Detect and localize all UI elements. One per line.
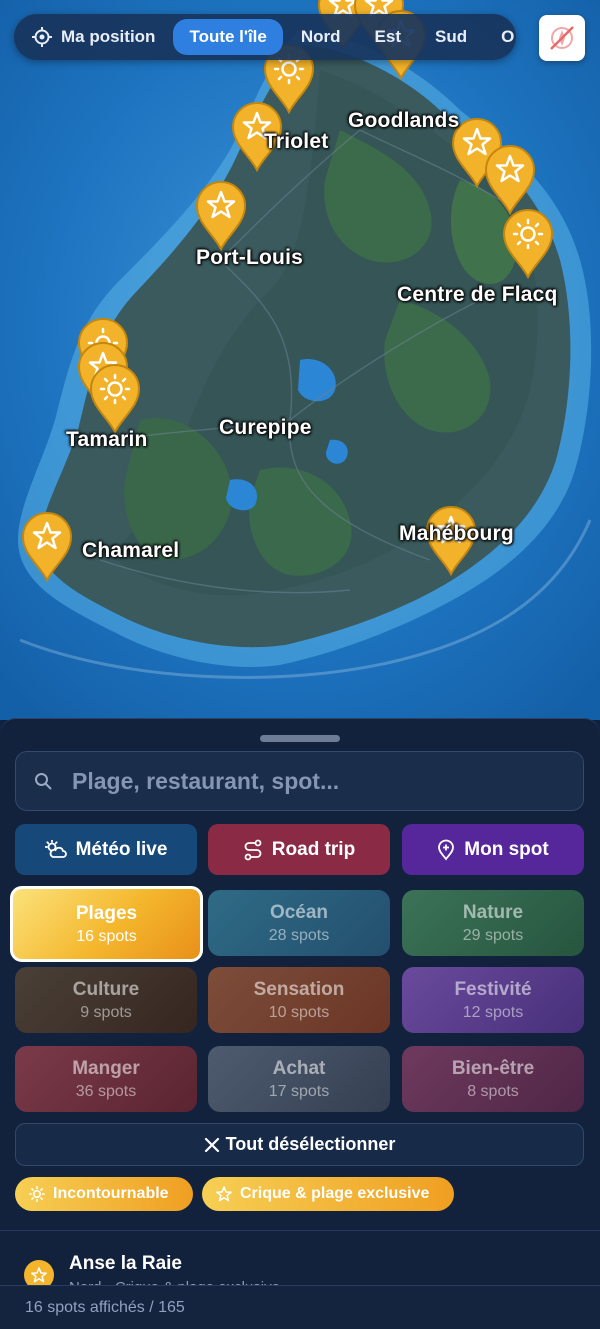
spots-count-footer: 16 spots affichés / 165 [0, 1285, 600, 1329]
search-input[interactable] [72, 767, 552, 795]
drag-handle[interactable] [260, 735, 340, 742]
category-count: 36 spots [75, 1082, 137, 1100]
meteo-live-label: Météo live [75, 838, 168, 860]
category-bien-etre[interactable]: Bien-être 8 spots [402, 1046, 584, 1112]
deselect-all-label: Tout désélectionner [225, 1134, 396, 1154]
category-name: Manger [72, 1057, 140, 1079]
category-name: Bien-être [451, 1057, 535, 1079]
map-pin[interactable] [20, 510, 74, 582]
map-pin-plus-icon [438, 839, 455, 860]
chip-label: Incontournable [53, 1185, 169, 1202]
category-count: 16 spots [76, 927, 137, 945]
category-name: Culture [72, 978, 140, 1000]
city-label: Port-Louis [196, 246, 303, 269]
city-label: Centre de Flacq [397, 283, 558, 306]
category-count: 8 spots [467, 1082, 519, 1100]
chip-crique-plage-exclusive[interactable]: Crique & plage exclusive [202, 1177, 454, 1211]
spots-count-label: 16 spots affichés / 165 [25, 1299, 185, 1316]
category-manger[interactable]: Manger 36 spots [15, 1046, 197, 1112]
category-count: 28 spots [268, 926, 330, 944]
city-label: Curepipe [219, 416, 312, 439]
bottom-sheet: Météo live Road trip Mon spot Plages 16 … [0, 718, 600, 1329]
locate-icon [32, 27, 52, 47]
close-icon [204, 1137, 219, 1152]
category-count: 9 spots [80, 1003, 132, 1021]
star-icon [216, 1186, 232, 1202]
category-ocean[interactable]: Océan 28 spots [208, 890, 390, 956]
chip-incontournable[interactable]: Incontournable [15, 1177, 193, 1211]
category-achat[interactable]: Achat 17 spots [208, 1046, 390, 1112]
category-plages[interactable]: Plages 16 spots [10, 886, 203, 962]
category-name: Achat [272, 1057, 326, 1079]
chip-label: Crique & plage exclusive [240, 1185, 430, 1202]
category-name: Nature [462, 901, 524, 923]
tab-sud[interactable]: Sud [419, 19, 483, 55]
search-box[interactable] [15, 751, 584, 811]
map-pin[interactable] [483, 143, 537, 215]
category-name: Sensation [253, 978, 345, 1000]
road-trip-button[interactable]: Road trip [208, 824, 390, 875]
compass-button[interactable] [539, 15, 585, 61]
city-label: Triolet [264, 130, 329, 153]
map-pin[interactable] [194, 179, 248, 251]
city-label: Mahébourg [399, 522, 514, 545]
weather-icon [44, 839, 67, 858]
tab-nord[interactable]: Nord [285, 19, 357, 55]
category-name: Plages [75, 902, 138, 924]
road-trip-label: Road trip [271, 838, 356, 860]
category-name: Festivité [454, 978, 532, 1000]
category-nature[interactable]: Nature 29 spots [402, 890, 584, 956]
city-label: Goodlands [348, 109, 460, 132]
category-culture[interactable]: Culture 9 spots [15, 967, 197, 1033]
spot-title: Anse la Raie [69, 1253, 182, 1274]
sun-icon [29, 1186, 45, 1202]
search-icon [35, 773, 52, 790]
category-count: 10 spots [268, 1003, 330, 1021]
city-label: Tamarin [66, 428, 148, 451]
tab-est[interactable]: Est [359, 19, 417, 55]
tab-toute-ile[interactable]: Toute l'île [173, 19, 283, 55]
my-position-label: Ma position [61, 27, 156, 46]
my-position-button[interactable]: Ma position [32, 27, 155, 47]
category-name: Océan [269, 901, 329, 923]
city-label: Chamarel [82, 539, 180, 562]
tab-ouest[interactable]: O [485, 19, 516, 55]
category-count: 12 spots [462, 1003, 524, 1021]
map-pin[interactable] [501, 207, 555, 279]
map-view[interactable]: Goodlands Triolet Port-Louis Centre de F… [0, 0, 600, 720]
category-sensation[interactable]: Sensation 10 spots [208, 967, 390, 1033]
deselect-all-button[interactable]: Tout désélectionner [15, 1123, 584, 1166]
compass-off-icon [550, 26, 574, 50]
mon-spot-button[interactable]: Mon spot [402, 824, 584, 875]
divider [0, 1230, 600, 1231]
mon-spot-label: Mon spot [464, 838, 549, 860]
region-filter-bar: Ma position Toute l'île Nord Est Sud O [14, 14, 516, 60]
meteo-live-button[interactable]: Météo live [15, 824, 197, 875]
category-count: 17 spots [268, 1082, 330, 1100]
spot-list-item[interactable]: Anse la Raie Nord · Crique & plage exclu… [0, 1239, 600, 1289]
route-icon [244, 839, 262, 860]
category-count: 29 spots [462, 926, 524, 944]
map-pin[interactable] [88, 362, 142, 434]
category-festivite[interactable]: Festivité 12 spots [402, 967, 584, 1033]
